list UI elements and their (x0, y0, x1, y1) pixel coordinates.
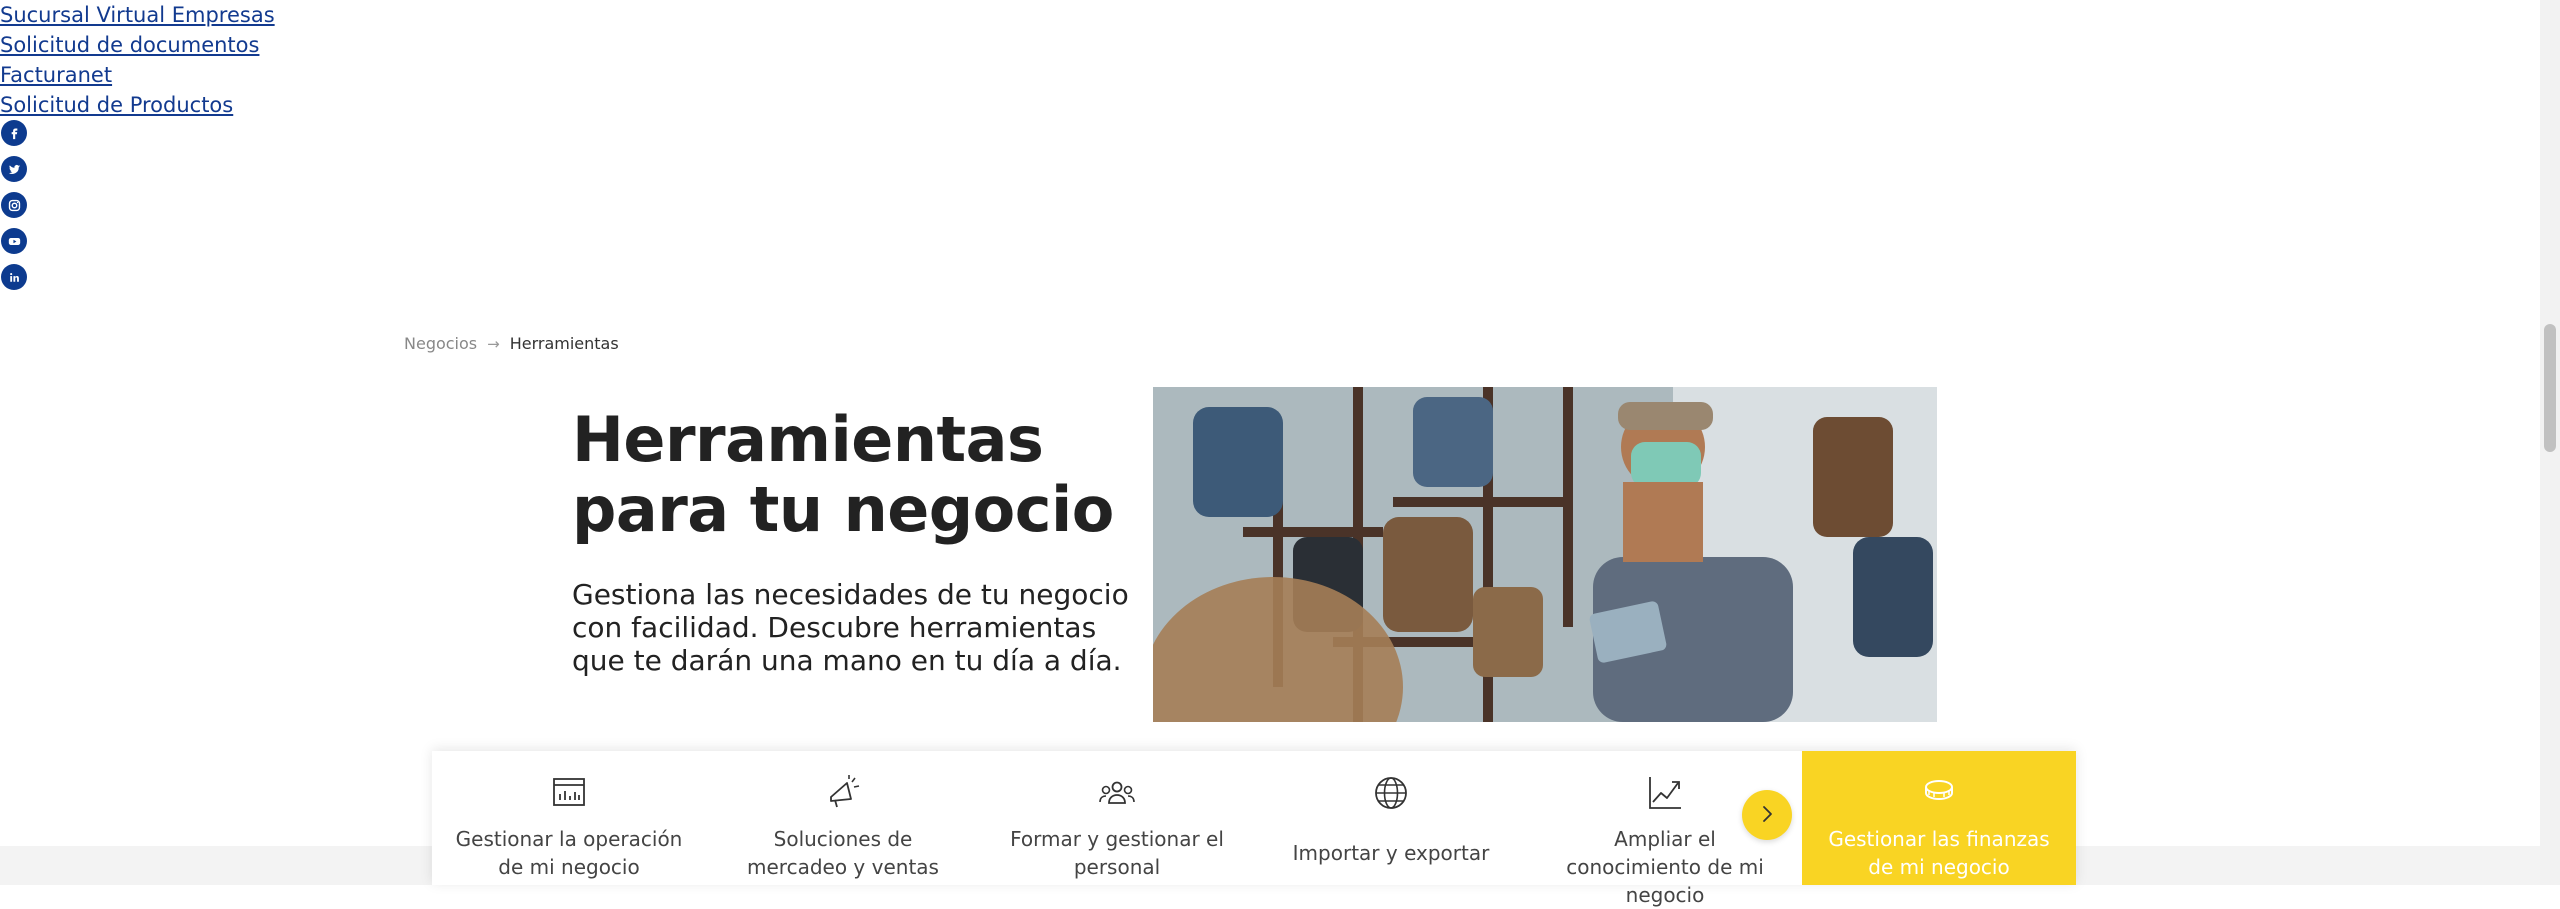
megaphone-icon (823, 773, 863, 813)
page-title: Herramientas para tu negocio (572, 405, 1132, 545)
tool-label: Gestionar la operación de mi negocio (455, 827, 683, 879)
instagram-icon[interactable] (1, 192, 27, 218)
vertical-scrollbar[interactable] (2540, 0, 2560, 885)
link-facturanet[interactable]: Facturanet (0, 60, 275, 90)
tool-label: Formar y gestionar el personal (1010, 827, 1224, 879)
quick-links: Sucursal Virtual Empresas Solicitud de d… (0, 0, 275, 120)
link-sucursal-virtual-empresas[interactable]: Sucursal Virtual Empresas (0, 0, 275, 30)
team-icon (1097, 773, 1137, 813)
breadcrumb-herramientas: Herramientas (509, 334, 619, 353)
link-solicitud-productos[interactable]: Solicitud de Productos (0, 90, 275, 120)
scrollbar-thumb[interactable] (2544, 324, 2556, 452)
facebook-icon[interactable] (1, 120, 27, 146)
youtube-icon[interactable] (1, 228, 27, 254)
page-subtitle: Gestiona las necesidades de tu negocio c… (572, 578, 1129, 677)
tool-label: Ampliar el conocimiento de mi negocio (1566, 827, 1764, 907)
coins-icon (1919, 773, 1959, 813)
linkedin-icon[interactable] (1, 264, 27, 290)
globe-icon (1371, 773, 1411, 813)
breadcrumb: Negocios → Herramientas (404, 334, 619, 353)
dashboard-icon (549, 773, 589, 813)
tool-label: Soluciones de mercadeo y ventas (747, 827, 939, 879)
tools-category-bar: Gestionar la operación de mi negocio Sol… (432, 751, 2076, 907)
tool-mercadeo[interactable]: Soluciones de mercadeo y ventas (706, 751, 980, 885)
breadcrumb-negocios[interactable]: Negocios (404, 334, 477, 353)
growth-chart-icon (1645, 773, 1685, 813)
page-title-line-2: para tu negocio (572, 473, 1114, 546)
tool-personal[interactable]: Formar y gestionar el personal (980, 751, 1254, 885)
next-button[interactable] (1742, 790, 1792, 840)
chevron-right-icon (1756, 803, 1778, 828)
hero-image (1153, 387, 1937, 722)
arrow-right-icon: → (487, 334, 500, 353)
page-title-line-1: Herramientas (572, 403, 1044, 476)
tool-finanzas[interactable]: Gestionar las finanzas de mi negocio (1802, 751, 2076, 885)
tool-label: Gestionar las finanzas de mi negocio (1828, 827, 2050, 879)
tool-label: Importar y exportar (1292, 841, 1490, 865)
social-links (1, 120, 27, 300)
tool-operacion[interactable]: Gestionar la operación de mi negocio (432, 751, 706, 885)
link-solicitud-documentos[interactable]: Solicitud de documentos (0, 30, 275, 60)
twitter-icon[interactable] (1, 156, 27, 182)
tool-importar-exportar[interactable]: Importar y exportar (1254, 751, 1528, 885)
